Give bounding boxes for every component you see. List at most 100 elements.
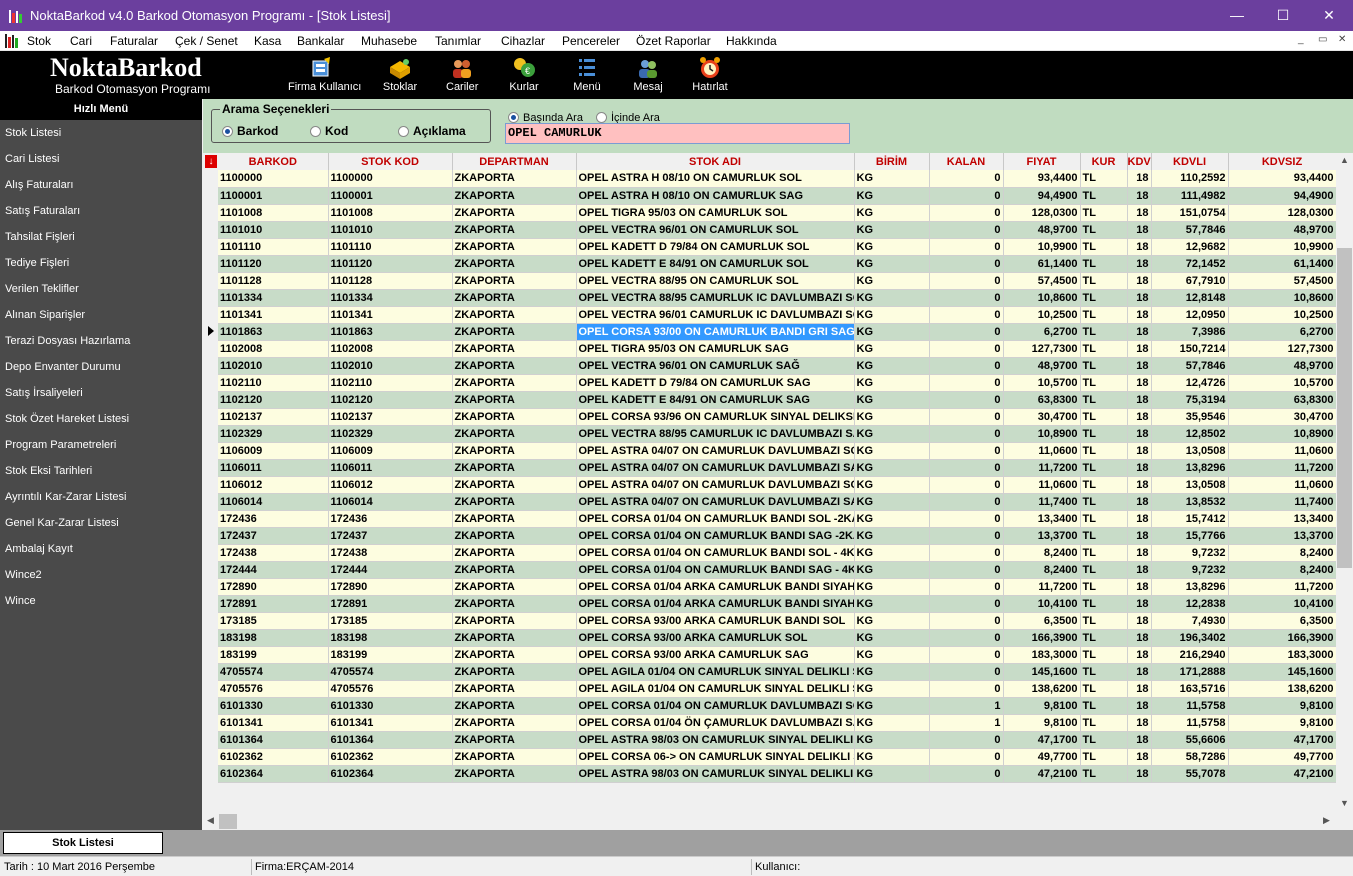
- table-cell[interactable]: 18: [1127, 612, 1152, 630]
- table-cell[interactable]: 0: [929, 731, 1004, 749]
- table-cell[interactable]: 18: [1127, 646, 1152, 664]
- table-cell[interactable]: TL: [1080, 289, 1128, 307]
- table-row[interactable]: 1102137 1102137 ZKAPORTA OPEL CORSA 93/96 O…: [218, 408, 1337, 426]
- table-cell[interactable]: 0: [929, 612, 1004, 630]
- table-row[interactable]: 1106014 1106014 ZKAPORTA OPEL ASTRA 04/07 O…: [218, 493, 1337, 511]
- table-cell[interactable]: KG: [854, 595, 930, 613]
- table-cell[interactable]: 1106014: [328, 493, 453, 511]
- table-cell[interactable]: OPEL ASTRA 98/03 ON CAMURLUK SINYAL DELI…: [576, 765, 855, 783]
- table-row[interactable]: 183199 183199 ZKAPORTA OPEL CORSA 93/00 ARK…: [218, 646, 1337, 664]
- table-cell[interactable]: KG: [854, 510, 930, 528]
- table-cell[interactable]: 48,9700: [1003, 221, 1081, 239]
- column-header[interactable]: KALAN: [929, 153, 1004, 170]
- menu-cek-senet[interactable]: Çek / Senet: [175, 34, 238, 48]
- table-row[interactable]: 1100000 1100000 ZKAPORTA OPEL ASTRA H 08/10…: [218, 170, 1337, 188]
- search-input[interactable]: OPEL CAMURLUK: [505, 123, 850, 144]
- table-cell[interactable]: 12,8502: [1151, 425, 1229, 443]
- table-cell[interactable]: 6101330: [218, 697, 329, 715]
- table-cell[interactable]: KG: [854, 527, 930, 545]
- table-cell[interactable]: OPEL TIGRA 95/03 ON CAMURLUK SOL: [576, 204, 855, 222]
- table-cell[interactable]: 1101010: [328, 221, 453, 239]
- table-cell[interactable]: 13,3400: [1003, 510, 1081, 528]
- table-cell[interactable]: 128,0300: [1228, 204, 1337, 222]
- sidebar-item[interactable]: Stok Listesi: [0, 120, 202, 146]
- table-cell[interactable]: 0: [929, 595, 1004, 613]
- table-cell[interactable]: 6,3500: [1228, 612, 1337, 630]
- table-row[interactable]: 6101330 6101330 ZKAPORTA OPEL CORSA 01/04 O…: [218, 697, 1337, 715]
- table-cell[interactable]: 8,2400: [1003, 544, 1081, 562]
- table-cell[interactable]: 18: [1127, 680, 1152, 698]
- table-cell[interactable]: 11,0600: [1228, 476, 1337, 494]
- table-cell[interactable]: 1102110: [218, 374, 329, 392]
- table-cell[interactable]: TL: [1080, 238, 1128, 256]
- tab-stok-listesi[interactable]: Stok Listesi: [3, 832, 163, 854]
- table-cell[interactable]: ZKAPORTA: [452, 680, 577, 698]
- table-cell[interactable]: TL: [1080, 340, 1128, 358]
- table-cell[interactable]: TL: [1080, 561, 1128, 579]
- table-cell[interactable]: KG: [854, 357, 930, 375]
- column-header[interactable]: DEPARTMAN: [452, 153, 577, 170]
- table-cell[interactable]: 172890: [328, 578, 453, 596]
- table-cell[interactable]: 0: [929, 527, 1004, 545]
- table-cell[interactable]: ZKAPORTA: [452, 306, 577, 324]
- table-cell[interactable]: 4705574: [218, 663, 329, 681]
- column-header[interactable]: STOK ADI: [576, 153, 855, 170]
- menu-kasa[interactable]: Kasa: [254, 34, 281, 48]
- sidebar-item[interactable]: Tahsilat Fişleri: [0, 224, 202, 250]
- table-cell[interactable]: 12,9682: [1151, 238, 1229, 256]
- table-cell[interactable]: ZKAPORTA: [452, 204, 577, 222]
- table-cell[interactable]: 6102364: [218, 765, 329, 783]
- table-cell[interactable]: 48,9700: [1003, 357, 1081, 375]
- table-cell[interactable]: TL: [1080, 612, 1128, 630]
- table-cell[interactable]: 1101334: [328, 289, 453, 307]
- table-cell[interactable]: KG: [854, 289, 930, 307]
- table-cell[interactable]: TL: [1080, 493, 1128, 511]
- table-row[interactable]: 6102364 6102364 ZKAPORTA OPEL ASTRA 98/03 O…: [218, 765, 1337, 783]
- table-row[interactable]: 1102120 1102120 ZKAPORTA OPEL KADETT E 84/9…: [218, 391, 1337, 409]
- table-cell[interactable]: 72,1452: [1151, 255, 1229, 273]
- table-cell[interactable]: ZKAPORTA: [452, 391, 577, 409]
- table-cell[interactable]: 1102120: [328, 391, 453, 409]
- table-cell[interactable]: ZKAPORTA: [452, 187, 577, 205]
- table-cell[interactable]: 18: [1127, 391, 1152, 409]
- table-cell[interactable]: 1106011: [218, 459, 329, 477]
- table-cell[interactable]: 0: [929, 493, 1004, 511]
- close-button[interactable]: ✕: [1306, 0, 1352, 31]
- table-cell[interactable]: 13,8532: [1151, 493, 1229, 511]
- table-cell[interactable]: 1: [929, 697, 1004, 715]
- table-row[interactable]: 1106011 1106011 ZKAPORTA OPEL ASTRA 04/07 O…: [218, 459, 1337, 477]
- table-cell[interactable]: OPEL ASTRA H 08/10 ON CAMURLUK SOL: [576, 170, 855, 188]
- table-cell[interactable]: 0: [929, 561, 1004, 579]
- radio-barkod[interactable]: Barkod: [222, 124, 278, 138]
- table-cell[interactable]: 0: [929, 204, 1004, 222]
- table-cell[interactable]: 1106009: [328, 442, 453, 460]
- table-cell[interactable]: 0: [929, 340, 1004, 358]
- table-cell[interactable]: 7,4930: [1151, 612, 1229, 630]
- table-cell[interactable]: ZKAPORTA: [452, 493, 577, 511]
- table-cell[interactable]: TL: [1080, 323, 1128, 341]
- table-cell[interactable]: 216,2940: [1151, 646, 1229, 664]
- mdi-minimize-button[interactable]: _: [1298, 34, 1304, 45]
- table-cell[interactable]: TL: [1080, 646, 1128, 664]
- table-cell[interactable]: 18: [1127, 374, 1152, 392]
- table-cell[interactable]: 0: [929, 391, 1004, 409]
- table-cell[interactable]: TL: [1080, 714, 1128, 732]
- table-cell[interactable]: 145,1600: [1003, 663, 1081, 681]
- table-cell[interactable]: 8,2400: [1228, 544, 1337, 562]
- table-cell[interactable]: 1101110: [328, 238, 453, 256]
- sidebar-item[interactable]: Tediye Fişleri: [0, 250, 202, 276]
- menu-tanimlar[interactable]: Tanımlar: [435, 34, 481, 48]
- table-cell[interactable]: 18: [1127, 221, 1152, 239]
- table-cell[interactable]: 57,7846: [1151, 221, 1229, 239]
- table-cell[interactable]: ZKAPORTA: [452, 442, 577, 460]
- table-cell[interactable]: 0: [929, 442, 1004, 460]
- table-row[interactable]: 172437 172437 ZKAPORTA OPEL CORSA 01/04 ON …: [218, 527, 1337, 545]
- table-cell[interactable]: 9,7232: [1151, 544, 1229, 562]
- table-cell[interactable]: 12,0950: [1151, 306, 1229, 324]
- table-cell[interactable]: 1102010: [328, 357, 453, 375]
- table-cell[interactable]: ZKAPORTA: [452, 646, 577, 664]
- table-cell[interactable]: OPEL ASTRA 98/03 ON CAMURLUK SINYAL DELI…: [576, 731, 855, 749]
- table-row[interactable]: 173185 173185 ZKAPORTA OPEL CORSA 93/00 ARK…: [218, 612, 1337, 630]
- table-cell[interactable]: 172437: [328, 527, 453, 545]
- table-cell[interactable]: 18: [1127, 408, 1152, 426]
